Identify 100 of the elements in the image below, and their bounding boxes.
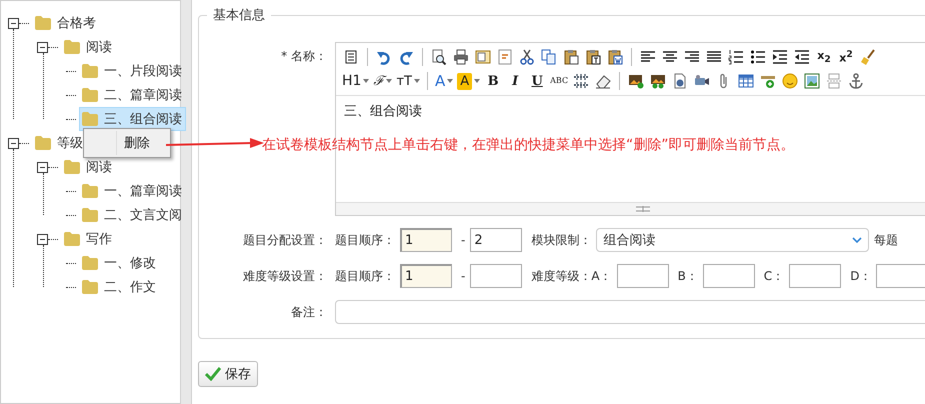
printer-icon	[453, 49, 469, 65]
editor-text: 三、组合阅读	[344, 104, 422, 119]
folder-icon	[82, 112, 98, 126]
broom-icon	[860, 49, 876, 65]
field-label: B：	[678, 268, 698, 284]
bullet-list-icon	[750, 49, 766, 65]
toolbar-button[interactable]	[518, 47, 536, 67]
toolbar-button[interactable]	[452, 47, 470, 67]
notes-field[interactable]	[335, 300, 925, 324]
input-field[interactable]	[789, 264, 842, 288]
tree-item[interactable]: 二、文言文阅	[79, 203, 186, 227]
preview-icon	[431, 49, 447, 65]
toolbar-button[interactable]	[430, 47, 448, 67]
caret-icon	[386, 79, 392, 83]
menu-item[interactable]: 删除	[124, 134, 150, 152]
field-label: * 名称：	[280, 48, 328, 65]
input-field[interactable]	[470, 264, 522, 288]
folder-icon	[35, 136, 51, 150]
toolbar-button[interactable]: H1	[342, 71, 370, 91]
folder-icon	[64, 232, 80, 246]
field-label: 难度等级：A：	[531, 268, 612, 284]
collapse-toggle[interactable]	[37, 234, 48, 244]
section-title: 基本信息	[212, 7, 266, 24]
toolbar-button[interactable]	[562, 47, 580, 67]
tree-item[interactable]: 阅读	[61, 35, 116, 59]
tree-item[interactable]: 三、组合阅读	[79, 107, 186, 131]
toolbar-button[interactable]: x$^{2}$	[837, 47, 855, 67]
tree-item[interactable]: 一、修改	[79, 251, 160, 275]
dotted-grid-icon	[573, 73, 590, 89]
anchor-icon	[848, 73, 864, 89]
folder-icon	[82, 280, 98, 294]
toolbar-button[interactable]: A	[434, 71, 454, 91]
resize-handle-icon[interactable]	[636, 206, 650, 212]
input-field[interactable]	[616, 264, 669, 288]
tree-item[interactable]: 一、片段阅读	[79, 59, 186, 83]
tree-item[interactable]: 二、作文	[79, 275, 160, 299]
toolbar-button[interactable]	[584, 47, 602, 67]
scrollbar[interactable]	[180, 0, 192, 404]
toolbar-button[interactable]: B	[484, 71, 502, 91]
tree-item[interactable]: 阅读	[61, 155, 116, 179]
folder-icon	[64, 40, 80, 54]
chevron-down-icon	[852, 237, 862, 243]
input-field[interactable]	[876, 264, 925, 288]
toolbar-button[interactable]: x$_{2}$	[815, 47, 833, 67]
numbered-list-icon	[728, 49, 744, 65]
source-icon	[343, 49, 359, 65]
field-label: D：	[850, 268, 872, 284]
toolbar-button[interactable]	[727, 47, 745, 67]
folder-icon	[82, 208, 98, 222]
toolbar-button[interactable]: ℱ	[373, 71, 392, 91]
caret-icon	[363, 79, 370, 83]
folder-icon	[35, 16, 51, 30]
justify-icon	[706, 49, 722, 65]
tree-item[interactable]: 等级	[32, 131, 87, 155]
folder-icon	[82, 184, 98, 198]
annotation-text: 在试卷模板结构节点上单击右键，在弹出的快捷菜单中选择“删除”即可删除当前节点。	[262, 136, 795, 154]
toolbar-button[interactable]	[572, 71, 590, 91]
collapse-toggle[interactable]	[37, 42, 48, 52]
align-center-icon	[662, 49, 678, 65]
caret-icon	[414, 79, 420, 83]
tree-item[interactable]: 合格考	[32, 11, 100, 35]
toolbar-button[interactable]: ᴛT	[396, 71, 420, 91]
copy-icon	[541, 49, 557, 65]
tree-item[interactable]: 写作	[61, 227, 116, 251]
image-add-icon	[628, 73, 644, 89]
tree-item[interactable]: 一、篇章阅读	[79, 179, 186, 203]
folder-icon	[82, 64, 98, 78]
document-icon	[672, 73, 688, 89]
checkmark-icon	[205, 367, 221, 381]
toolbar-button[interactable]: U	[528, 71, 546, 91]
collapse-toggle[interactable]	[8, 18, 19, 28]
input-field[interactable]	[702, 264, 755, 288]
redo-icon	[398, 49, 414, 65]
caret-icon	[474, 79, 480, 83]
dropdown[interactable]: 组合阅读	[596, 228, 869, 252]
input-field[interactable]: 1	[400, 264, 452, 288]
template-icon	[475, 49, 491, 65]
landscape-icon	[804, 73, 820, 89]
input-field[interactable]: 1	[400, 228, 452, 252]
clipboard-icon	[607, 49, 623, 65]
toolbar-button[interactable]	[606, 47, 624, 67]
eraser-icon	[595, 73, 612, 89]
collapse-toggle[interactable]	[8, 138, 19, 148]
undo-icon	[376, 49, 392, 65]
align-left-icon	[640, 49, 656, 65]
save-button[interactable]: 保存	[198, 361, 258, 387]
collapse-toggle[interactable]	[37, 162, 48, 172]
tree-item[interactable]: 二、篇章阅读	[79, 83, 186, 107]
field-label: C：	[764, 268, 784, 284]
field-label: 模块限制：	[531, 232, 592, 248]
toolbar-button[interactable]: ABC	[550, 71, 568, 91]
input-field[interactable]: 2	[470, 228, 522, 252]
line-add-icon	[760, 73, 776, 89]
outdent-icon	[794, 49, 810, 65]
field-label: -	[461, 233, 466, 247]
folder-icon	[82, 256, 98, 270]
caret-icon	[447, 79, 454, 83]
field-label: 题目顺序：	[335, 268, 395, 284]
toolbar-button[interactable]: I	[506, 71, 524, 91]
field-label: 难度等级设置：	[242, 268, 328, 284]
